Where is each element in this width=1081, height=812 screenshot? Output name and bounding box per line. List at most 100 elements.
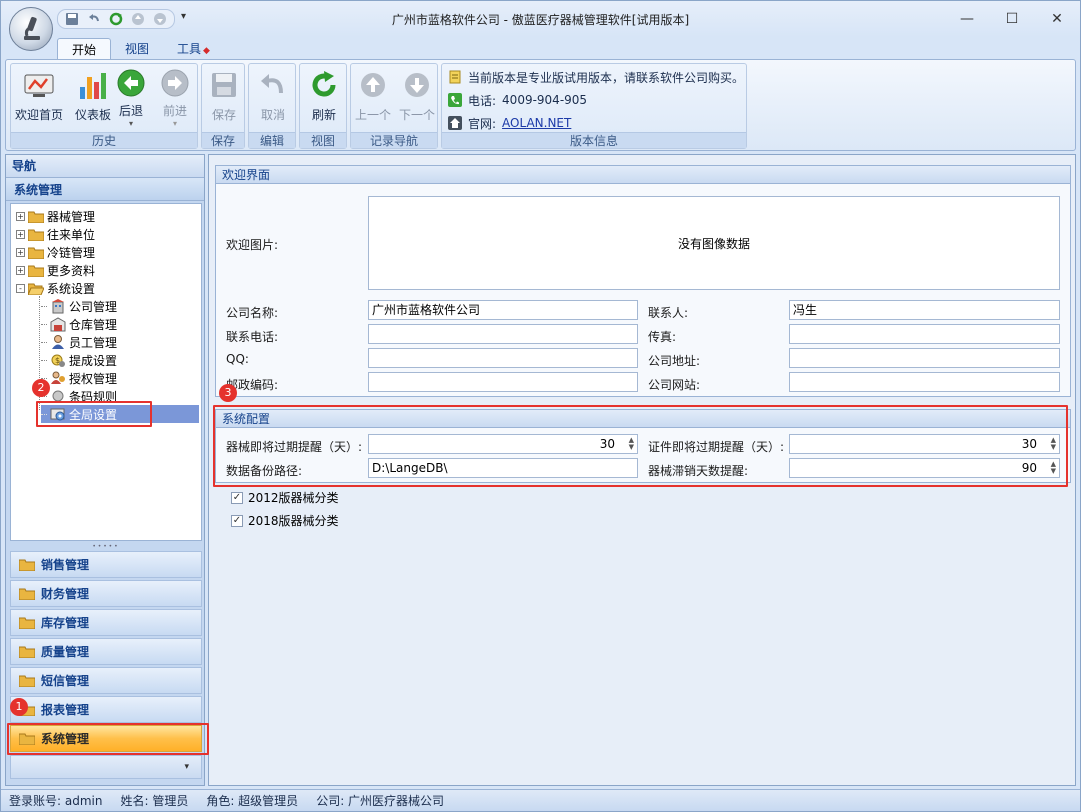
tree-node-more-data[interactable]: + 更多资料 [16, 261, 95, 279]
window-title: 广州市蓝格软件公司 - 傲蓝医疗器械管理软件[试用版本] [391, 13, 690, 27]
website-link[interactable]: AOLAN.NET [502, 116, 571, 130]
refresh-button[interactable]: 刷新 [298, 68, 350, 128]
forward-dropdown-arrow[interactable]: ▾ [173, 119, 177, 128]
tab-home[interactable]: 开始 [57, 38, 112, 60]
nav-overflow-button[interactable]: ▾ [10, 755, 202, 779]
tab-tools-marker: ◆ [203, 46, 210, 56]
close-button[interactable]: ✕ [1034, 1, 1080, 37]
back-dropdown-arrow[interactable]: ▾ [129, 119, 133, 128]
tab-tools[interactable]: 工具 ◆ [163, 38, 224, 60]
save-icon [207, 68, 241, 102]
employee-icon [52, 335, 64, 349]
title-bar: ▾ 广州市蓝格软件公司 - 傲蓝医疗器械管理软件[试用版本] — ☐ ✕ [1, 1, 1080, 37]
no-image-text: 没有图像数据 [677, 236, 750, 251]
minimize-button[interactable]: — [944, 1, 990, 37]
refresh-icon [307, 68, 341, 102]
tree-node-device-mgmt[interactable]: + 器械管理 [16, 207, 95, 225]
status-company: 公司: 广州医疗器械公司 [316, 794, 445, 808]
address-label: 公司地址: [648, 354, 701, 368]
website-label: 公司网站: [648, 378, 701, 392]
ribbon-tabs: 开始 视图 工具 ◆ [57, 38, 224, 60]
tree-node-warehouse[interactable]: 仓库管理 [41, 315, 117, 333]
classification-2018-checkbox[interactable]: ✓ 2018版器械分类 [231, 512, 339, 529]
website-line: 官网: AOLAN.NET [448, 113, 571, 133]
cancel-button[interactable]: 取消 [247, 68, 299, 128]
zip-field[interactable] [368, 372, 638, 392]
tree-node-company[interactable]: 公司管理 [41, 297, 117, 315]
ribbon-group-version-info-label: 版本信息 [442, 132, 746, 148]
license-notice: 当前版本是专业版试用版本，请联系软件公司购买。 [448, 67, 744, 87]
nav-category-finance[interactable]: 财务管理 [10, 580, 202, 607]
nav-tree: + 器械管理 + 往来单位 + 冷链管理 + 更多资料 - 系统设置 公司管理 仓库管理 … [10, 203, 202, 541]
ribbon-group-save-label: 保存 [202, 132, 244, 148]
folder-icon [19, 588, 35, 600]
nav-category-quality[interactable]: 质量管理 [10, 638, 202, 665]
app-menu-button[interactable] [9, 7, 53, 51]
commission-icon: $ [51, 354, 65, 367]
ribbon-group-view-label: 视图 [300, 132, 346, 148]
address-field[interactable] [789, 348, 1060, 368]
nav-category-inventory[interactable]: 库存管理 [10, 609, 202, 636]
expand-icon[interactable]: + [16, 247, 25, 257]
folder-icon [28, 229, 44, 241]
tab-view[interactable]: 视图 [111, 38, 163, 60]
expand-icon[interactable]: + [16, 265, 25, 275]
folder-icon [19, 675, 35, 687]
forward-button[interactable]: 前进 ▾ [153, 68, 197, 128]
qq-label: QQ: [226, 352, 249, 366]
notice-icon [449, 70, 461, 84]
ribbon-group-history-label: 历史 [11, 132, 197, 148]
tree-node-employee[interactable]: 员工管理 [41, 333, 117, 351]
nav-category-sms[interactable]: 短信管理 [10, 667, 202, 694]
welcome-button[interactable]: 欢迎首页 [13, 68, 65, 128]
folder-icon [28, 247, 44, 259]
expand-icon[interactable]: + [16, 211, 25, 221]
classification-2012-checkbox[interactable]: ✓ 2012版器械分类 [231, 489, 339, 506]
welcome-icon [22, 68, 56, 102]
welcome-image-box[interactable]: 没有图像数据 [368, 196, 1060, 290]
ribbon-group-edit-label: 编辑 [249, 132, 295, 148]
annotation-badge-2: 2 [32, 379, 50, 397]
phone-icon [448, 93, 462, 107]
company-name-field[interactable]: 广州市蓝格软件公司 [368, 300, 638, 320]
phone-line: 电话: 4009-904-905 [448, 90, 587, 110]
checkmark-icon: ✓ [231, 491, 243, 504]
tree-node-partners[interactable]: + 往来单位 [16, 225, 95, 243]
checkmark-icon: ✓ [231, 514, 243, 527]
save-button[interactable]: 保存 [198, 68, 250, 128]
welcome-section: 欢迎界面 欢迎图片: 没有图像数据 公司名称: 广州市蓝格软件公司 联系人: 冯… [215, 165, 1071, 397]
expand-icon[interactable]: + [16, 229, 25, 239]
website-field[interactable] [789, 372, 1060, 392]
permission-icon [51, 371, 65, 384]
phone-number: 4009-904-905 [502, 93, 588, 107]
qq-field[interactable] [368, 348, 638, 368]
ribbon-group-view: 刷新 视图 [299, 63, 347, 149]
annotation-badge-1: 1 [10, 698, 28, 716]
tree-node-system-settings[interactable]: - 系统设置 [16, 279, 95, 297]
tree-node-commission[interactable]: $ 提成设置 [41, 351, 117, 369]
phone-field[interactable] [368, 324, 638, 344]
status-account: 登录账号: admin [9, 794, 103, 808]
collapse-icon[interactable]: - [16, 283, 25, 293]
nav-category-reports[interactable]: 报表管理 [10, 696, 202, 723]
fax-field[interactable] [789, 324, 1060, 344]
contact-field[interactable]: 冯生 [789, 300, 1060, 320]
tree-node-permission[interactable]: 授权管理 [41, 369, 117, 387]
nav-splitter[interactable]: • • • • • [6, 544, 204, 550]
microscope-icon [24, 16, 40, 40]
nav-category-sales[interactable]: 销售管理 [10, 551, 202, 578]
tree-node-cold-chain[interactable]: + 冷链管理 [16, 243, 95, 261]
ribbon-group-record-nav-label: 记录导航 [351, 132, 437, 148]
ribbon-group-edit: 取消 编辑 [248, 63, 296, 149]
ribbon-group-save: 保存 保存 [201, 63, 245, 149]
up-icon [356, 68, 390, 102]
back-button[interactable]: 后退 ▾ [109, 68, 153, 128]
fax-label: 传真: [648, 330, 677, 344]
maximize-button[interactable]: ☐ [989, 1, 1035, 37]
forward-icon [158, 68, 192, 98]
undo-icon [256, 68, 290, 102]
company-name-label: 公司名称: [226, 306, 279, 320]
next-record-button[interactable]: 下一个 [395, 68, 439, 128]
previous-record-button[interactable]: 上一个 [351, 68, 395, 128]
folder-icon [19, 617, 35, 629]
